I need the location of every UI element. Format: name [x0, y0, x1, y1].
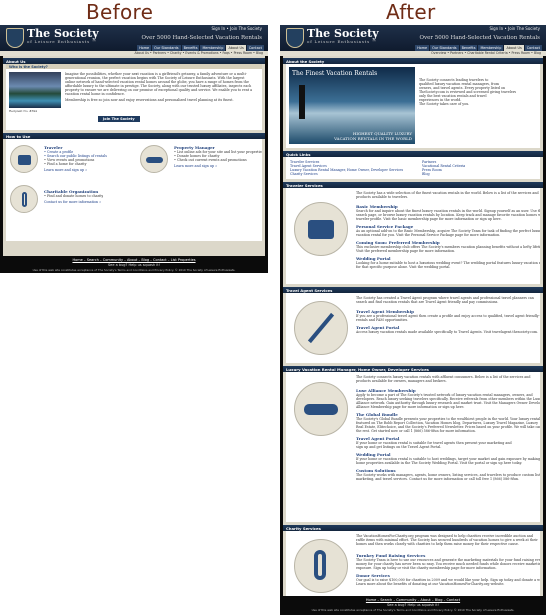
nav-benefits[interactable]: Benefits [459, 45, 478, 51]
nav-benefits[interactable]: Benefits [181, 45, 200, 51]
charity-contact-link[interactable]: Contact us for more information » [44, 200, 103, 204]
service-text: Visit the preferred membership page for … [356, 249, 456, 253]
before-label: Before [86, 0, 154, 24]
pool-photo [9, 72, 61, 108]
society-crest-icon [6, 28, 24, 48]
nav-home[interactable]: Home [415, 45, 430, 51]
nav-about-us[interactable]: About Us [226, 45, 246, 51]
site-logo[interactable]: The Society of Leisure Enthusiasts ™ [307, 27, 379, 44]
handshake-icon [140, 145, 168, 173]
tagline: Over 5000 Hand-Selected Vacation Rentals [141, 35, 262, 41]
quick-link-charity[interactable]: Charity Services [290, 172, 403, 176]
charity-services-list: Turnkey Fund Raising Services The Society… [356, 550, 540, 586]
service-text: Learn more about the benefits of donatin… [356, 582, 505, 586]
nav-membership[interactable]: Membership [478, 45, 504, 51]
service-text: the rest. Get started now or call 1 (866… [356, 429, 476, 433]
footer: Home – Search – Community – About – Blog… [280, 598, 546, 613]
compass-icon [294, 301, 348, 355]
after-label: After [386, 0, 436, 24]
quick-link-blog[interactable]: Blog [422, 172, 465, 176]
traveler-services-list: Basic Membership Search for and inquire a… [356, 201, 540, 269]
suitcase-icon [10, 145, 38, 173]
who-bar: Who is the Society? [6, 64, 262, 69]
before-screenshot: The Society of Leisure Enthusiasts ™ Sign… [0, 25, 268, 273]
hero-banner: The Finest Vacation Rentals Highest Qual… [289, 67, 415, 144]
intro-text: Imagine the possibilities, whether your … [65, 72, 253, 102]
ribbon-icon [294, 539, 348, 593]
account-links[interactable]: Sign In • Join The Society [211, 26, 262, 31]
service-text: Access luxury vacation rentals made avai… [356, 330, 539, 334]
service-text: for that specific purpose alone. Visit t… [356, 265, 451, 269]
service-text: home properties available in the The Soc… [356, 461, 523, 465]
nav-about-us[interactable]: About Us [504, 45, 524, 51]
service-text: vacation rental for you. Visit the Perso… [356, 233, 501, 237]
handshake-icon [294, 382, 348, 436]
service-text: sign up and get listings on the Travel A… [356, 445, 442, 449]
hero-title: The Finest Vacation Rentals [292, 70, 378, 77]
after-screenshot: The Society of Leisure Enthusiasts ™ Sign… [280, 25, 546, 615]
service-text: marketing, and travel services. Contact … [356, 477, 520, 481]
footer: Home – Search – Community – About – Blog… [0, 258, 268, 273]
hero-text: The Society connects leading travelers t… [419, 78, 517, 106]
nav-our-standards[interactable]: Our Standards [152, 45, 181, 51]
service-text: traveler profile. Visit the basic member… [356, 217, 502, 221]
main-nav: Home Our Standards Benefits Membership A… [137, 45, 264, 51]
manager-more-link[interactable]: Learn more and sign up » [174, 164, 262, 168]
nav-contact[interactable]: Contact [524, 45, 542, 51]
photo-caption: Recipient No. #394 [9, 109, 37, 113]
site-logo[interactable]: The Society of Leisure Enthusiasts ™ [27, 27, 99, 44]
service-text: exposure. Sign up today or visit the cha… [356, 566, 497, 570]
nav-membership[interactable]: Membership [200, 45, 226, 51]
silhouette [299, 85, 305, 119]
nav-home[interactable]: Home [137, 45, 152, 51]
account-links[interactable]: Sign In • Join The Society [489, 26, 540, 31]
service-text: rentals and FAM opportunities. [356, 318, 409, 322]
hero-tagline: Highest Quality Luxury Vacation Rentals … [334, 131, 412, 141]
suitcase-icon [294, 202, 348, 256]
main-nav: Home Our Standards Benefits Membership A… [415, 45, 542, 51]
manager-services-list: Luxe Alliance Membership Apply to become … [356, 385, 540, 481]
join-button[interactable]: Join The Society [98, 116, 140, 122]
service-text: Alliance Membership page for more inform… [356, 405, 465, 409]
site-header: The Society of Leisure Enthusiasts ™ Sign… [0, 25, 268, 51]
agent-services-list: Travel Agent Membership If you are a prof… [356, 306, 540, 334]
tagline: Over 5000 Hand-Selected Vacation Rentals [419, 35, 540, 41]
ribbon-icon [10, 185, 38, 213]
nav-our-standards[interactable]: Our Standards [430, 45, 459, 51]
society-crest-icon [286, 28, 304, 48]
traveler-more-link[interactable]: Learn more and sign up » [44, 168, 107, 172]
nav-contact[interactable]: Contact [246, 45, 264, 51]
site-header-after: The Society of Leisure Enthusiasts ™ Sign… [280, 25, 546, 51]
